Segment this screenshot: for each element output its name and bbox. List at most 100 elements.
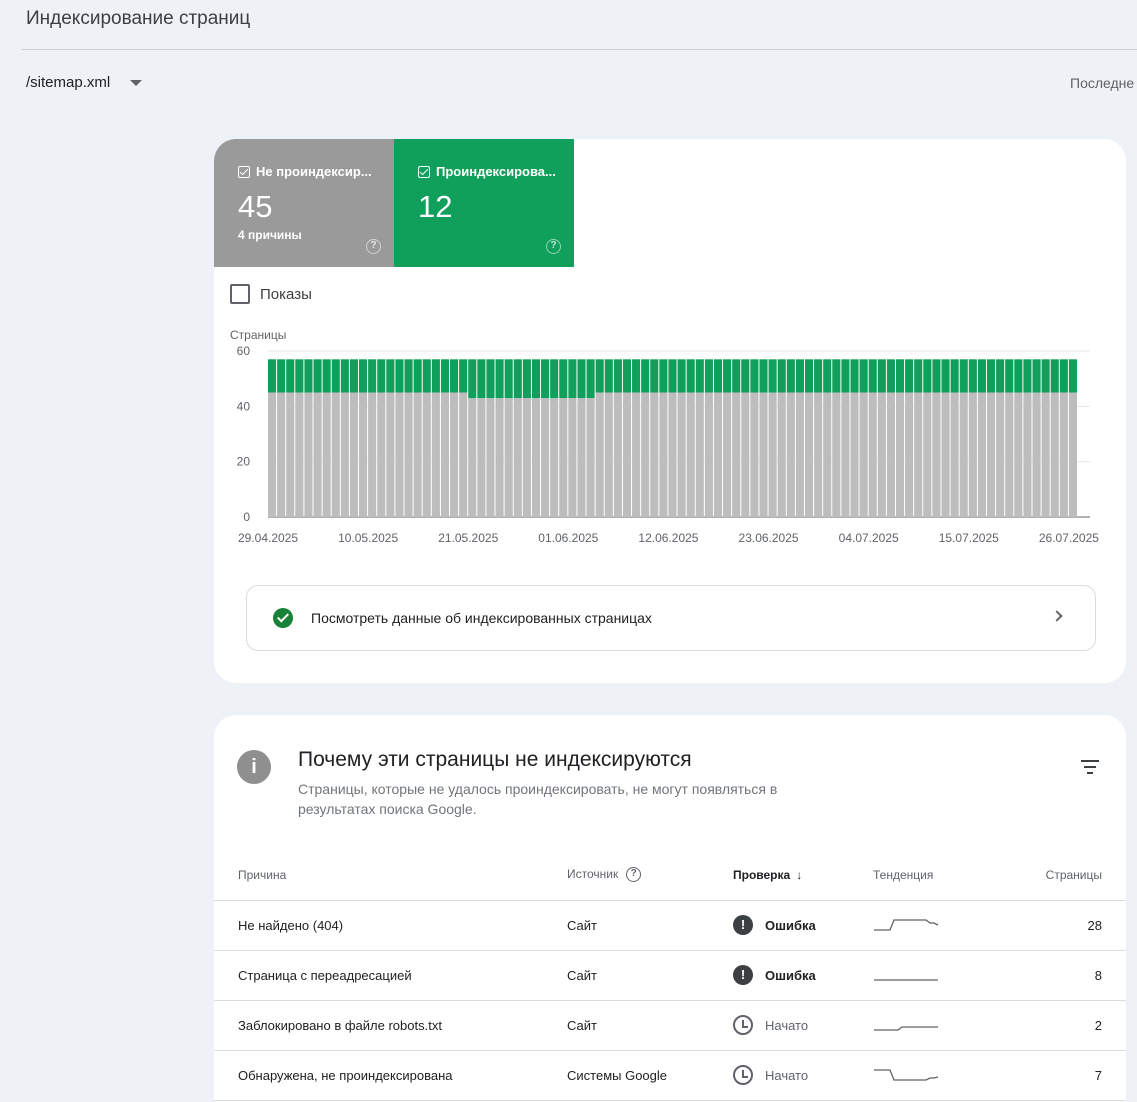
x-tick-label: 10.05.2025 xyxy=(338,531,398,545)
impressions-checkbox[interactable] xyxy=(230,284,250,304)
bar-not-indexed xyxy=(513,398,522,517)
bar-indexed xyxy=(413,359,422,393)
help-icon[interactable]: ? xyxy=(626,867,642,883)
bar-indexed xyxy=(313,359,322,393)
bar-not-indexed xyxy=(923,392,932,517)
bar-indexed xyxy=(1041,359,1050,393)
not-indexed-reasons-card: i Почему эти страницы не индексируются С… xyxy=(214,715,1126,1102)
bar-indexed xyxy=(477,359,486,399)
bar-not-indexed xyxy=(586,398,595,517)
check-status-cell: ! Ошибка xyxy=(733,900,873,951)
bar-not-indexed xyxy=(895,392,905,517)
checkbox-checked-icon xyxy=(238,165,250,178)
bar-not-indexed xyxy=(868,392,877,517)
bar-indexed xyxy=(459,359,468,393)
bar-not-indexed xyxy=(959,392,968,517)
x-tick-label: 26.07.2025 xyxy=(1039,531,1099,545)
help-icon[interactable]: ? xyxy=(366,239,381,254)
bar-not-indexed xyxy=(859,392,868,517)
tile-indexed-count: 12 xyxy=(418,189,453,224)
tile-indexed[interactable]: Проиндексирова... 12 ? xyxy=(394,139,574,267)
bar-not-indexed xyxy=(404,392,413,517)
table-row[interactable]: Заблокировано в файле robots.txt Сайт Нача… xyxy=(214,1000,1126,1051)
trend-line xyxy=(874,1026,938,1031)
bar-not-indexed xyxy=(732,392,741,517)
bar-not-indexed xyxy=(795,392,804,517)
bar-not-indexed xyxy=(677,392,686,517)
bar-not-indexed xyxy=(468,398,477,517)
bar-indexed xyxy=(941,359,950,393)
bar-indexed xyxy=(650,359,659,393)
bar-indexed xyxy=(741,359,750,393)
bar-not-indexed xyxy=(977,392,986,517)
column-header-reason[interactable]: Причина xyxy=(214,850,567,901)
sitemap-dropdown[interactable]: /sitemap.xml xyxy=(26,74,143,91)
source-cell: Сайт xyxy=(567,950,733,1001)
help-icon[interactable]: ? xyxy=(546,239,561,254)
last-updated-text: Последне xyxy=(1070,75,1135,91)
bar-not-indexed xyxy=(504,398,513,517)
impressions-toggle[interactable]: Показы xyxy=(230,284,312,304)
tile-not-indexed[interactable]: Не проиндексир... 45 4 причины ? xyxy=(214,139,394,267)
table-row[interactable]: Обнаружена, не проиндексирована Системы G… xyxy=(214,1050,1126,1101)
chevron-right-icon xyxy=(1051,610,1063,622)
trend-cell xyxy=(873,900,973,951)
trend-sparkline xyxy=(874,979,938,981)
bar-indexed xyxy=(877,359,886,393)
bar-not-indexed xyxy=(823,392,832,517)
y-tick-label: 60 xyxy=(237,344,251,358)
bar-indexed xyxy=(349,359,359,393)
bar-not-indexed xyxy=(968,392,977,517)
bar-not-indexed xyxy=(550,398,559,517)
source-cell: Сайт xyxy=(567,900,733,951)
bar-not-indexed xyxy=(841,392,850,517)
bar-not-indexed xyxy=(1068,392,1077,517)
source-cell: Системы Google xyxy=(567,1050,733,1101)
bar-indexed xyxy=(586,359,595,399)
table-row[interactable]: Не найдено (404) Сайт! Ошибка 28 xyxy=(214,900,1126,951)
column-header-pages[interactable]: Страницы xyxy=(973,850,1126,901)
bar-not-indexed xyxy=(1005,392,1014,517)
bar-not-indexed xyxy=(713,392,723,517)
bar-indexed xyxy=(641,359,650,393)
indexing-chart-svg: 0 20 40 60 Страницы 29.04.2025 10.05.2025 21.05… xyxy=(230,328,1099,545)
bar-indexed xyxy=(504,359,513,399)
reason-cell: Обнаружена, не проиндексирована xyxy=(214,1050,567,1101)
bar-not-indexed xyxy=(595,392,604,517)
bar-indexed xyxy=(959,359,968,393)
bar-indexed xyxy=(622,359,632,393)
bar-not-indexed xyxy=(986,392,996,517)
bar-indexed xyxy=(604,359,613,393)
bar-not-indexed xyxy=(1059,392,1068,517)
table-row[interactable]: Страница с переадресацией Сайт! Ошибка 8 xyxy=(214,950,1126,1001)
column-header-trend[interactable]: Тенденция xyxy=(873,850,973,901)
bar-indexed xyxy=(950,359,959,393)
column-header-check[interactable]: Проверка ↓ xyxy=(733,850,873,901)
bar-indexed xyxy=(340,359,349,393)
bar-not-indexed xyxy=(477,398,486,517)
bar-indexed xyxy=(823,359,832,393)
bar-indexed xyxy=(304,359,313,393)
column-header-source[interactable]: Источник? xyxy=(567,850,733,901)
bar-indexed xyxy=(468,359,477,399)
section-description: Страницы, которые не удалось проиндексир… xyxy=(298,781,778,817)
filter-icon[interactable] xyxy=(1078,760,1102,778)
status-label: Начато xyxy=(765,1067,809,1083)
trend-cell xyxy=(873,1000,973,1051)
bar-indexed xyxy=(568,359,577,399)
info-icon: i xyxy=(237,750,271,784)
bar-not-indexed xyxy=(759,392,768,517)
clock-icon xyxy=(733,1015,753,1035)
bar-not-indexed xyxy=(695,392,704,517)
clock-icon xyxy=(733,1065,753,1085)
sitemap-value: /sitemap.xml xyxy=(26,74,111,91)
pages-count-cell: 8 xyxy=(973,950,1126,1001)
trend-cell xyxy=(873,950,973,1001)
trend-line xyxy=(874,919,939,931)
view-indexed-pages-button[interactable]: Посмотреть данные об индексированных стр… xyxy=(246,585,1096,651)
x-tick-label: 29.04.2025 xyxy=(238,531,298,545)
bar-indexed xyxy=(431,359,440,393)
bar-not-indexed xyxy=(431,392,440,517)
caret-down-icon xyxy=(130,79,143,86)
bar-not-indexed xyxy=(741,392,750,517)
